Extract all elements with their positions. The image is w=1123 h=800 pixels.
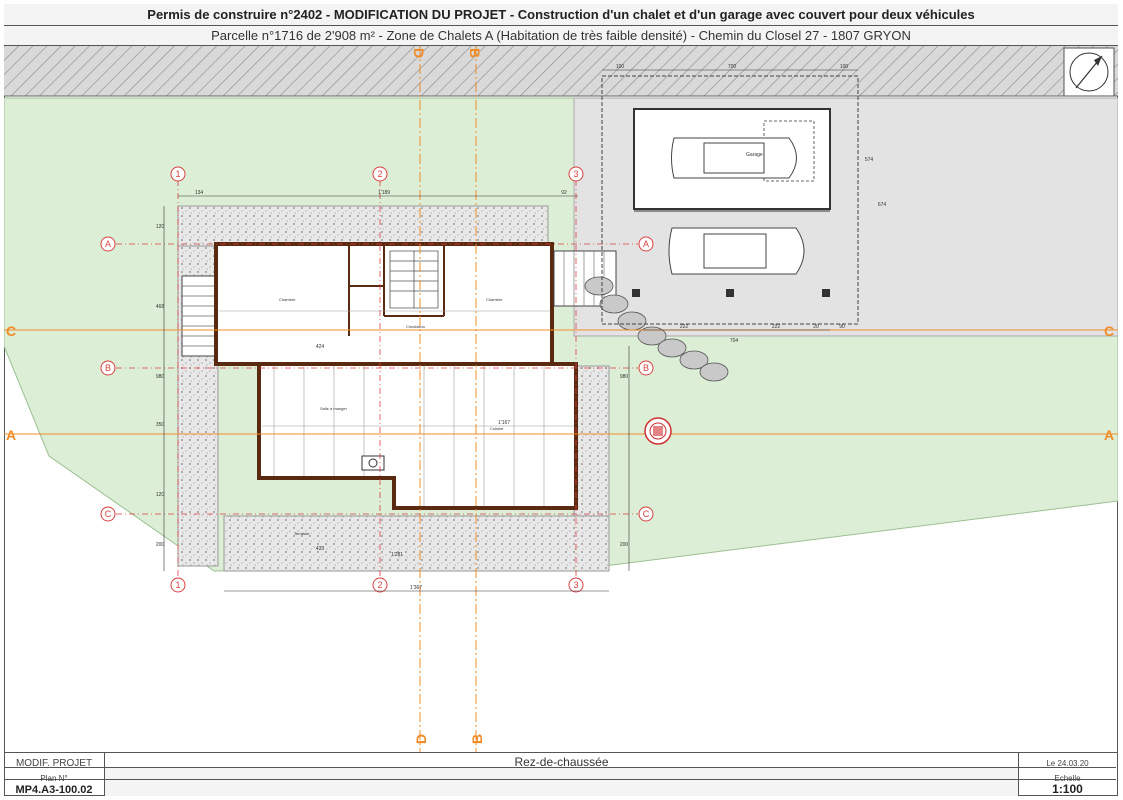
title-block: MODIF. PROJET Plan N° MP4.A3-100.02 Rez-… [4,752,1118,796]
dim-label: 200 [156,542,165,548]
section-a-right: A [1104,427,1114,443]
section-d-bottom: D [413,734,429,744]
grid-axis-c-right: C [643,509,650,519]
room-label: Salle à manger [320,406,348,411]
car-top [671,137,797,179]
grid-axis-c-left: C [105,509,112,519]
official-stamp [644,417,672,445]
scale-cell: 1:100 [1019,780,1116,796]
road-hatch [4,46,1118,96]
dim-label: 1'281 [391,552,403,558]
dim-label: 222 [680,324,689,330]
dim-label: 200 [620,542,629,548]
plan-number: MP4.A3-100.02 [15,784,93,796]
dim-label: 674 [878,202,887,208]
dim-label: 100 [840,64,849,70]
dim-label: 1'167 [498,420,510,426]
car-bottom [668,227,805,275]
room-label: Chambre [486,297,503,302]
garage-label: Garage [746,152,763,158]
grid-axis-1-top: 1 [175,169,180,179]
dim-label: 980 [156,374,165,380]
floor-plan: Garage Chambre Chambre Circulation Salle… [4,46,1118,752]
grid-axis-a-left: A [105,239,111,249]
room-label: Chambre [279,297,296,302]
dim-label: 120 [156,492,165,498]
section-b-top: B [467,48,483,58]
dim-label: 120 [156,224,165,230]
dim-label: 1'367 [410,585,422,591]
dim-label: 424 [316,344,325,350]
section-c-right: C [1104,323,1114,339]
grid-axis-3-top: 3 [573,169,578,179]
dim-label: 574 [865,157,874,163]
grid-axis-1-bottom: 1 [175,580,180,590]
dim-label: 92 [561,190,567,196]
plan-label-cell: Plan N° [4,768,105,783]
dim-label: 433 [316,546,325,552]
grid-axis-b-right: B [643,363,649,373]
scale-label-cell: Echelle [1019,768,1116,783]
dim-label: 222 [772,324,781,330]
north-arrow-icon [1063,47,1115,97]
gravel-right [573,365,610,517]
gravel-top [177,205,549,247]
dim-label: 20 [813,324,819,330]
grid-axis-2-bottom: 2 [377,580,382,590]
gravel-bottom [223,515,610,572]
dim-label: 700 [728,64,737,70]
dim-label: 134 [195,190,204,196]
dim-label: 100 [616,64,625,70]
section-a-left: A [6,427,16,443]
section-b-bottom: B [469,734,485,744]
dim-label: 350 [156,422,165,428]
plan-subtitle: Parcelle n°1716 de 2'908 m² - Zone de Ch… [4,26,1118,46]
plan-title: Permis de construire n°2402 - MODIFICATI… [4,4,1118,26]
room-label: Circulation [406,324,425,329]
grid-axis-b-left: B [105,363,111,373]
scale-value: 1:100 [1052,782,1083,796]
view-name: Rez-de-chaussée [514,755,609,769]
view-name-cell: Rez-de-chaussée [105,753,1019,769]
status-cell: MODIF. PROJET [4,753,105,769]
section-c-left: C [6,323,16,339]
dim-label: 90 [839,324,845,330]
date-cell: Le 24.03.20 [1019,753,1116,768]
grid-axis-2-top: 2 [377,169,382,179]
grid-axis-a-right: A [643,239,649,249]
section-d-top: D [411,48,427,58]
blank-row [105,768,1019,780]
room-label: Cuisine [490,426,504,431]
dim-label: 980 [620,374,629,380]
dim-label: 468 [156,304,165,310]
fireplace [361,455,385,471]
room-label: Terrasse [294,531,310,536]
grid-axis-3-bottom: 3 [573,580,578,590]
dim-label: 704 [730,338,739,344]
plan-number-cell: MP4.A3-100.02 [4,780,105,796]
date-text: Le 24.03.20 [1046,759,1089,768]
dim-label: 1'189 [378,190,390,196]
blank-row [105,780,1019,796]
